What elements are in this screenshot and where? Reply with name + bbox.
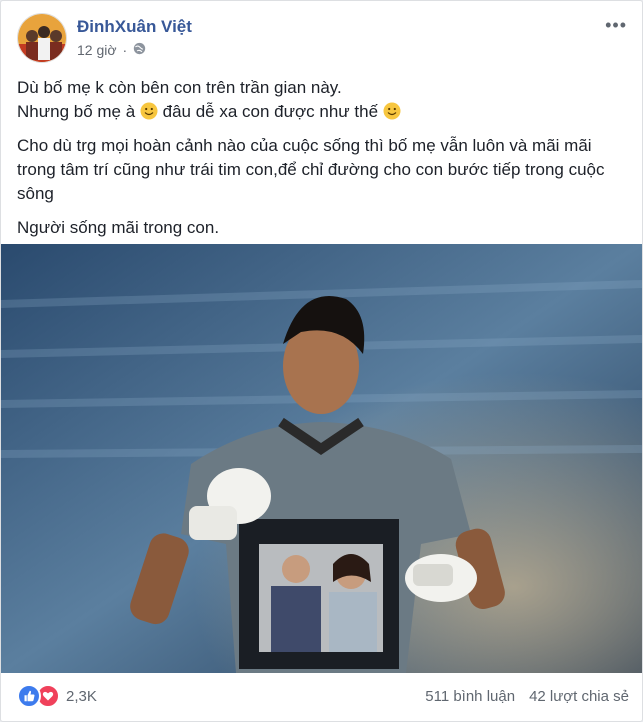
text-paragraph-2: Cho dù trg mọi hoàn cảnh nào của cuộc số… xyxy=(17,136,605,203)
more-options-icon[interactable]: ••• xyxy=(605,15,627,36)
reaction-count: 2,3K xyxy=(66,687,97,705)
text-line-2a: Nhưng bố mẹ à xyxy=(17,102,136,121)
post-card: ĐinhXuân Việt 12 giờ · ••• Dù bố mẹ k cò… xyxy=(0,0,643,722)
author-name[interactable]: ĐinhXuân Việt xyxy=(77,17,192,37)
post-text: Dù bố mẹ k còn bên con trên trần gian nà… xyxy=(17,76,629,250)
author-avatar[interactable] xyxy=(17,13,67,63)
shares-link[interactable]: 42 lượt chia sẻ xyxy=(529,688,629,705)
text-line-2b: đâu dễ xa con được như thế xyxy=(162,102,379,121)
like-reaction-icon xyxy=(17,684,41,708)
reaction-summary[interactable]: 2,3K xyxy=(17,684,97,708)
globe-icon[interactable] xyxy=(133,42,146,58)
smile-emoji-icon xyxy=(140,102,158,120)
post-time[interactable]: 12 giờ xyxy=(77,42,117,58)
separator-dot: · xyxy=(122,42,128,58)
post-footer: 2,3K 511 bình luận 42 lượt chia sẻ xyxy=(17,673,629,719)
smile-emoji-icon xyxy=(383,102,401,120)
text-line-1: Dù bố mẹ k còn bên con trên trần gian nà… xyxy=(17,78,342,97)
text-line-2: Nhưng bố mẹ à đâu dễ xa con được như thế xyxy=(17,100,629,124)
comments-link[interactable]: 511 bình luận xyxy=(425,688,515,705)
text-paragraph-3: Người sống mãi trong con. xyxy=(17,218,220,237)
post-photo[interactable] xyxy=(1,244,642,673)
post-meta: 12 giờ · xyxy=(77,42,146,58)
post-header: ĐinhXuân Việt 12 giờ · ••• xyxy=(17,13,627,65)
engagement-counts: 511 bình luận 42 lượt chia sẻ xyxy=(425,688,629,705)
